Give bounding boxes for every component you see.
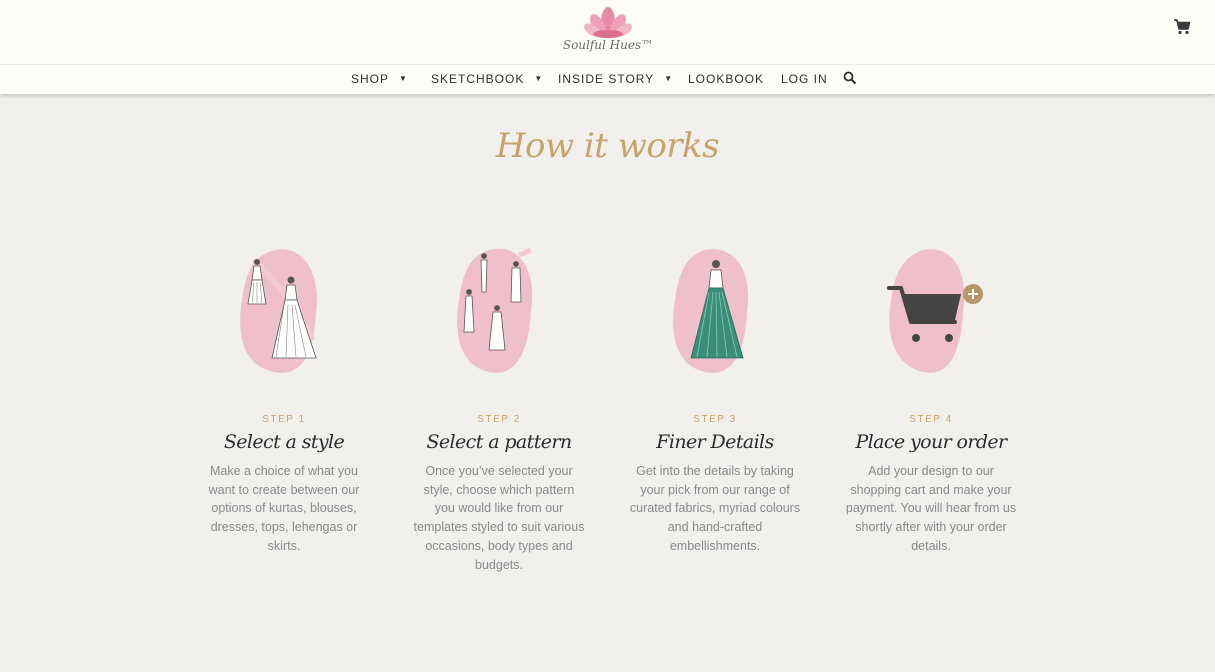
step-title: Select a pattern xyxy=(426,431,573,453)
cart-icon xyxy=(1174,19,1191,35)
step-card-4: STEP 4 Place your order Add your design … xyxy=(836,240,1026,556)
step-number: STEP 1 xyxy=(262,414,306,425)
cart-button[interactable] xyxy=(1173,18,1191,36)
green-lehenga-sketch-icon xyxy=(673,249,749,373)
step-description: Get into the details by taking your pick… xyxy=(629,464,801,553)
dropdown-caret-icon: ▼ xyxy=(399,74,408,83)
step-description: Make a choice of what you want to create… xyxy=(208,464,360,553)
nav-sketchbook[interactable]: SKETCHBOOK ▼ xyxy=(431,72,543,86)
step-title: Finer Details xyxy=(656,431,774,453)
step-description: Once you’ve selected your style, choose … xyxy=(413,464,585,572)
site-header: Soulful Hues™ xyxy=(0,0,1215,64)
nav-shop-label: SHOP xyxy=(351,72,390,86)
nav-lookbook-label: LOOKBOOK xyxy=(688,72,765,86)
brand-logo[interactable]: Soulful Hues™ xyxy=(560,0,656,62)
pattern-templates-sketch-icon xyxy=(457,247,533,373)
step-card-2: STEP 2 Select a pattern Once you’ve sele… xyxy=(404,240,594,574)
section-title: How it works xyxy=(495,126,720,166)
shopping-cart-plus-icon xyxy=(887,249,983,373)
nav-inside-story-label: INSIDE STORY xyxy=(558,72,655,86)
nav-log-in[interactable]: LOG IN xyxy=(781,72,828,86)
nav-shop[interactable]: SHOP ▼ xyxy=(351,72,408,86)
search-icon xyxy=(843,71,857,85)
step-number: STEP 3 xyxy=(693,414,737,425)
step-description: Add your design to our shopping cart and… xyxy=(845,464,1017,553)
main-nav: SHOP ▼ SKETCHBOOK ▼ INSIDE STORY ▼ LOOKBOOK… xyxy=(0,64,1215,94)
step-number: STEP 2 xyxy=(477,414,521,425)
step-title: Place your order xyxy=(855,431,1007,453)
step-number: STEP 4 xyxy=(909,414,953,425)
nav-log-in-label: LOG IN xyxy=(781,72,828,86)
two-outfits-sketch-icon xyxy=(240,249,317,373)
step-title: Select a style xyxy=(223,431,345,453)
dropdown-caret-icon: ▼ xyxy=(534,74,544,83)
nav-lookbook[interactable]: LOOKBOOK xyxy=(688,72,764,86)
search-button[interactable] xyxy=(843,71,857,85)
step-card-3: STEP 3 Finer Details Get into the detail… xyxy=(620,240,810,556)
brand-logo-text: Soulful Hues™ xyxy=(562,38,654,52)
dropdown-caret-icon: ▼ xyxy=(664,74,674,83)
nav-sketchbook-label: SKETCHBOOK xyxy=(431,72,525,86)
step-card-1: STEP 1 Select a style Make a choice of w… xyxy=(189,240,379,556)
lotus-icon xyxy=(584,7,632,38)
nav-inside-story[interactable]: INSIDE STORY ▼ xyxy=(558,72,673,86)
